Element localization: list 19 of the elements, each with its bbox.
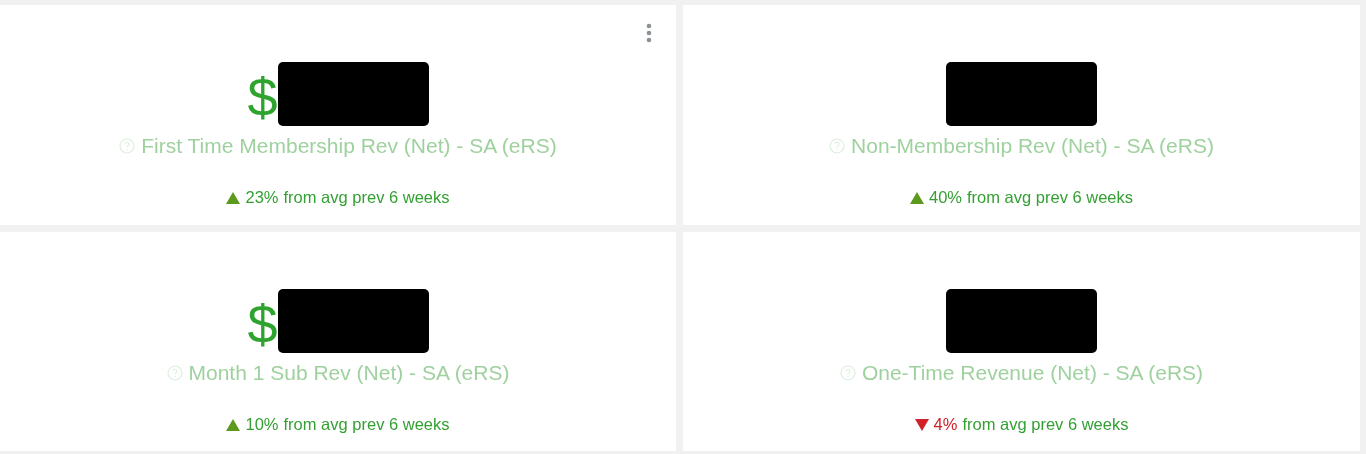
metric-title: First Time Membership Rev (Net) - SA (eRS) xyxy=(141,134,557,158)
change-percent: 40% xyxy=(929,188,962,207)
change-percent: 10% xyxy=(245,415,279,434)
help-icon[interactable] xyxy=(829,138,846,154)
comparison-label: from avg prev 6 weeks xyxy=(967,188,1133,207)
change-percent: 4% xyxy=(933,415,958,434)
metric-title: Month 1 Sub Rev (Net) - SA (eRS) xyxy=(188,361,510,385)
metric-value: $ xyxy=(247,70,278,124)
help-icon[interactable] xyxy=(119,138,136,154)
change-percent: 23% xyxy=(245,188,279,207)
comparison-label: from avg prev 6 weeks xyxy=(283,188,450,207)
comparison-label: from avg prev 6 weeks xyxy=(962,415,1129,434)
metric-value: $ xyxy=(247,297,278,351)
help-icon[interactable] xyxy=(166,365,183,381)
more-options-icon[interactable] xyxy=(646,23,652,43)
metric-title: Non-Membership Rev (Net) - SA (eRS) xyxy=(851,134,1214,158)
metric-title: One-Time Revenue (Net) - SA (eRS) xyxy=(861,361,1204,385)
help-icon[interactable] xyxy=(839,365,856,381)
comparison-label: from avg prev 6 weeks xyxy=(283,415,450,434)
